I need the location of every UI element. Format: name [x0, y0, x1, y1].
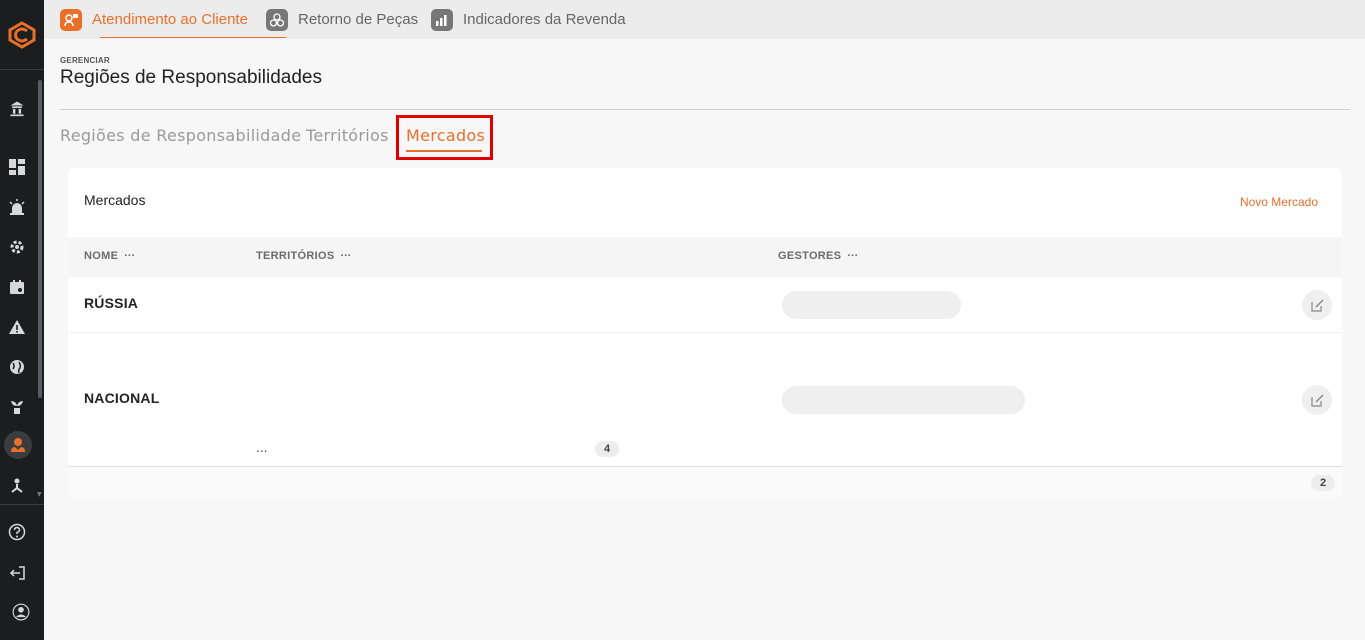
plant-icon[interactable] — [8, 398, 26, 416]
column-header-territories[interactable]: TERRITÓRIOS ··· — [256, 250, 351, 262]
managers-placeholder — [782, 386, 1025, 414]
market-name: RÚSSIA — [84, 295, 139, 311]
market-name: NACIONAL — [84, 390, 160, 406]
breadcrumb: GERENCIAR — [60, 56, 110, 65]
sidebar-item-regions[interactable] — [4, 431, 32, 459]
column-menu-icon[interactable]: ··· — [124, 250, 135, 262]
topnav-tab-parts-return[interactable]: Retorno de Peças — [266, 0, 418, 39]
globe-icon[interactable] — [8, 358, 26, 376]
customer-service-icon — [60, 8, 82, 31]
edit-icon — [1310, 299, 1323, 312]
territories-count-badge: 4 — [595, 441, 619, 457]
managers-placeholder — [782, 291, 961, 319]
parts-return-icon — [266, 8, 288, 31]
row-divider — [68, 332, 1342, 333]
active-tab-indicator — [100, 37, 286, 38]
topnav-tab-label: Atendimento ao Cliente — [92, 11, 248, 28]
column-menu-icon[interactable]: ··· — [847, 250, 858, 262]
calendar-icon[interactable] — [8, 278, 26, 296]
table-header: NOME ··· TERRITÓRIOS ··· GESTORES ··· — [68, 237, 1342, 277]
top-navigation: Atendimento ao Cliente Retorno de Peças … — [44, 0, 1365, 39]
column-menu-icon[interactable]: ··· — [340, 250, 351, 262]
topnav-tab-dealer-indicators[interactable]: Indicadores da Revenda — [431, 0, 626, 39]
scroll-down-icon[interactable]: ▼ — [37, 492, 43, 498]
column-header-managers[interactable]: GESTORES ··· — [778, 250, 858, 262]
header-divider — [60, 109, 1350, 110]
column-header-label: GESTORES — [778, 250, 842, 262]
column-header-name[interactable]: NOME ··· — [84, 250, 135, 262]
help-icon[interactable] — [8, 523, 26, 541]
column-header-label: TERRITÓRIOS — [256, 250, 335, 262]
card-title: Mercados — [84, 192, 146, 208]
alarm-icon[interactable] — [8, 198, 26, 216]
edit-icon — [1310, 394, 1323, 407]
settings-icon[interactable] — [8, 238, 26, 256]
chart-icon — [431, 8, 453, 31]
column-header-label: NOME — [84, 250, 119, 262]
markets-card: Mercados Novo Mercado NOME ··· TERRITÓRIO… — [68, 168, 1342, 499]
page-title: Regiões de Responsabilidades — [60, 67, 322, 88]
sidebar-divider — [0, 69, 44, 70]
user-avatar-icon[interactable] — [5, 596, 37, 628]
subtab-territories[interactable]: Territórios — [306, 126, 389, 145]
location-person-icon — [11, 438, 25, 452]
edit-market-button[interactable] — [1302, 290, 1332, 320]
new-market-button[interactable]: Novo Mercado — [1240, 195, 1318, 209]
dashboard-icon[interactable] — [8, 158, 26, 176]
topnav-tab-customer-service[interactable]: Atendimento ao Cliente — [60, 0, 248, 39]
hierarchy-icon[interactable] — [8, 477, 26, 495]
edit-market-button[interactable] — [1302, 385, 1332, 415]
app-logo-icon[interactable] — [6, 20, 38, 50]
sidebar: ▼ — [0, 0, 44, 640]
subtab-responsibility-regions[interactable]: Regiões de Responsabilidade — [60, 126, 301, 145]
store-icon[interactable] — [7, 97, 27, 119]
highlight-annotation — [396, 115, 493, 160]
logout-icon[interactable] — [8, 564, 26, 582]
territories-more[interactable]: ... — [256, 441, 267, 455]
table-footer: 2 — [68, 466, 1342, 499]
sidebar-scrollbar[interactable] — [38, 80, 42, 398]
topnav-tab-label: Indicadores da Revenda — [463, 11, 626, 28]
topnav-tab-label: Retorno de Peças — [298, 11, 419, 28]
sidebar-divider — [0, 504, 44, 505]
warning-icon[interactable] — [8, 318, 26, 336]
total-count-badge: 2 — [1311, 475, 1335, 491]
